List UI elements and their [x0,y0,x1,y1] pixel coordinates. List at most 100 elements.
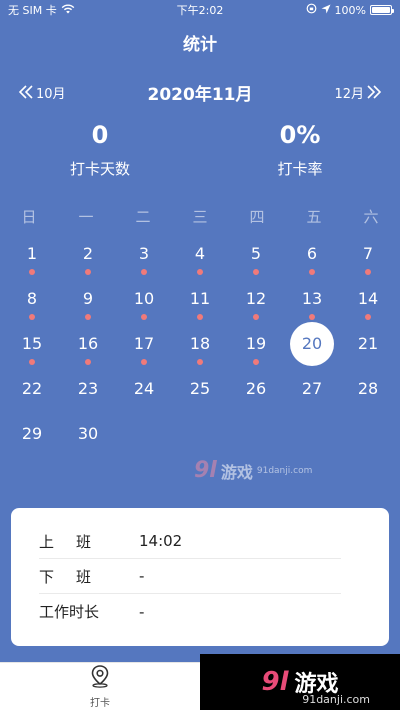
calendar-day[interactable]: 29 [4,412,60,457]
calendar-day[interactable]: 22 [4,367,60,412]
work-duration-value: - [139,602,145,621]
rotation-lock-icon [306,3,317,17]
calendar-day-number: 7 [362,244,374,263]
calendar-day-number: 25 [189,379,211,398]
corner-watermark: 9l 游戏 91danji.com [200,654,400,710]
watermark: 9l 游戏 91danji.com [194,458,312,483]
double-chevron-left-icon [18,85,34,99]
calendar-day[interactable]: 23 [60,367,116,412]
calendar-day-number: 14 [357,289,379,308]
missed-checkin-dot [365,269,371,275]
calendar-day[interactable]: 27 [284,367,340,412]
calendar-day[interactable]: 3 [116,232,172,277]
calendar-day-number: 13 [301,289,323,308]
tab-checkin[interactable]: 打卡 [0,663,200,710]
calendar-day-number: 15 [21,334,43,353]
checkin-days-value: 0 [91,121,109,149]
calendar-day-number: 5 [250,244,262,263]
clock-out-value: - [139,567,145,585]
calendar-day-number: 29 [21,424,43,443]
calendar-day[interactable]: 9 [60,277,116,322]
clock-in-value: 14:02 [139,532,183,550]
calendar-day-number: 3 [138,244,150,263]
battery-percent: 100% [334,3,366,17]
calendar-day[interactable]: 11 [172,277,228,322]
clock-in-label: 上班 [39,532,114,551]
weekday-wed: 三 [192,208,208,226]
attendance-detail-card: 上班 14:02 下班 - 工作时长 - [11,508,389,646]
calendar-day-number: 17 [133,334,155,353]
page-title: 统计 [183,35,217,55]
calendar-day-number: 22 [21,379,43,398]
calendar-day[interactable]: 17 [116,322,172,367]
calendar-day-number: 12 [245,289,267,308]
missed-checkin-dot [309,314,315,320]
calendar-day-number: 10 [133,289,155,308]
tab-checkin-label: 打卡 [90,698,110,709]
calendar-day[interactable]: 26 [228,367,284,412]
missed-checkin-dot [29,314,35,320]
missed-checkin-dot [253,359,259,365]
missed-checkin-dot [309,269,315,275]
missed-checkin-dot [365,314,371,320]
missed-checkin-dot [141,359,147,365]
calendar-day-number: 4 [194,244,206,263]
calendar-day-number: 23 [77,379,99,398]
calendar-day[interactable]: 5 [228,232,284,277]
calendar-day[interactable]: 10 [116,277,172,322]
weekday-sat: 六 [363,208,379,226]
calendar-day[interactable]: 30 [60,412,116,457]
next-month-label: 12月 [334,86,364,102]
calendar-day-number: 1 [26,244,38,263]
card-row-work-duration: 工作时长 - [39,594,341,629]
missed-checkin-dot [253,269,259,275]
calendar-day[interactable]: 18 [172,322,228,367]
calendar-day[interactable]: 2 [60,232,116,277]
calendar-day-number: 2 [82,244,94,263]
calendar-day-number: 26 [245,379,267,398]
missed-checkin-dot [141,269,147,275]
calendar-day-number: 11 [189,289,211,308]
card-row-clock-out: 下班 - [39,559,341,594]
calendar-day[interactable]: 28 [340,367,396,412]
card-row-clock-in: 上班 14:02 [39,524,341,559]
corner-watermark-logo: 9l [261,667,289,697]
status-right: 100% [306,3,394,17]
calendar-day[interactable]: 16 [60,322,116,367]
missed-checkin-dot [141,314,147,320]
calendar-day[interactable]: 4 [172,232,228,277]
checkin-days-label: 打卡天数 [69,160,130,178]
calendar-day[interactable]: 19 [228,322,284,367]
corner-watermark-sub: 91danji.com [302,693,370,706]
watermark-sub: 91danji.com [256,465,313,476]
next-month-button[interactable]: 12月 [334,83,382,102]
calendar-day[interactable]: 15 [4,322,60,367]
calendar-day[interactable]: 1 [4,232,60,277]
calendar-day[interactable]: 25 [172,367,228,412]
calendar-day[interactable]: 13 [284,277,340,322]
location-pin-icon [89,664,111,692]
calendar-day[interactable]: 24 [116,367,172,412]
weekday-tue: 二 [135,208,151,226]
calendar-day[interactable]: 8 [4,277,60,322]
calendar-day[interactable]: 21 [340,322,396,367]
missed-checkin-dot [197,359,203,365]
prev-month-button[interactable]: 10月 [18,83,66,102]
missed-checkin-dot [197,314,203,320]
calendar-day[interactable]: 14 [340,277,396,322]
calendar-day[interactable]: 7 [340,232,396,277]
calendar-day-number: 28 [357,379,379,398]
location-arrow-icon [321,4,331,17]
calendar-day[interactable]: 6 [284,232,340,277]
clock-out-label: 下班 [39,567,114,586]
calendar-day-number: 9 [82,289,94,308]
carrier-label: 无 SIM 卡 [8,4,57,17]
stat-checkin-rate: 0% 打卡率 [200,118,400,179]
checkin-rate-value: 0% [279,121,321,149]
calendar-grid: 1 2 3 4 5 6 7 8 9 10 11 12 13 14 15 16 17 18 19 20 21 22 23 24 2… [4,232,396,457]
calendar-day-today[interactable]: 20 [284,322,340,367]
missed-checkin-dot [85,269,91,275]
calendar-day[interactable]: 12 [228,277,284,322]
watermark-logo: 9l [194,458,217,483]
calendar-day-number: 18 [189,334,211,353]
